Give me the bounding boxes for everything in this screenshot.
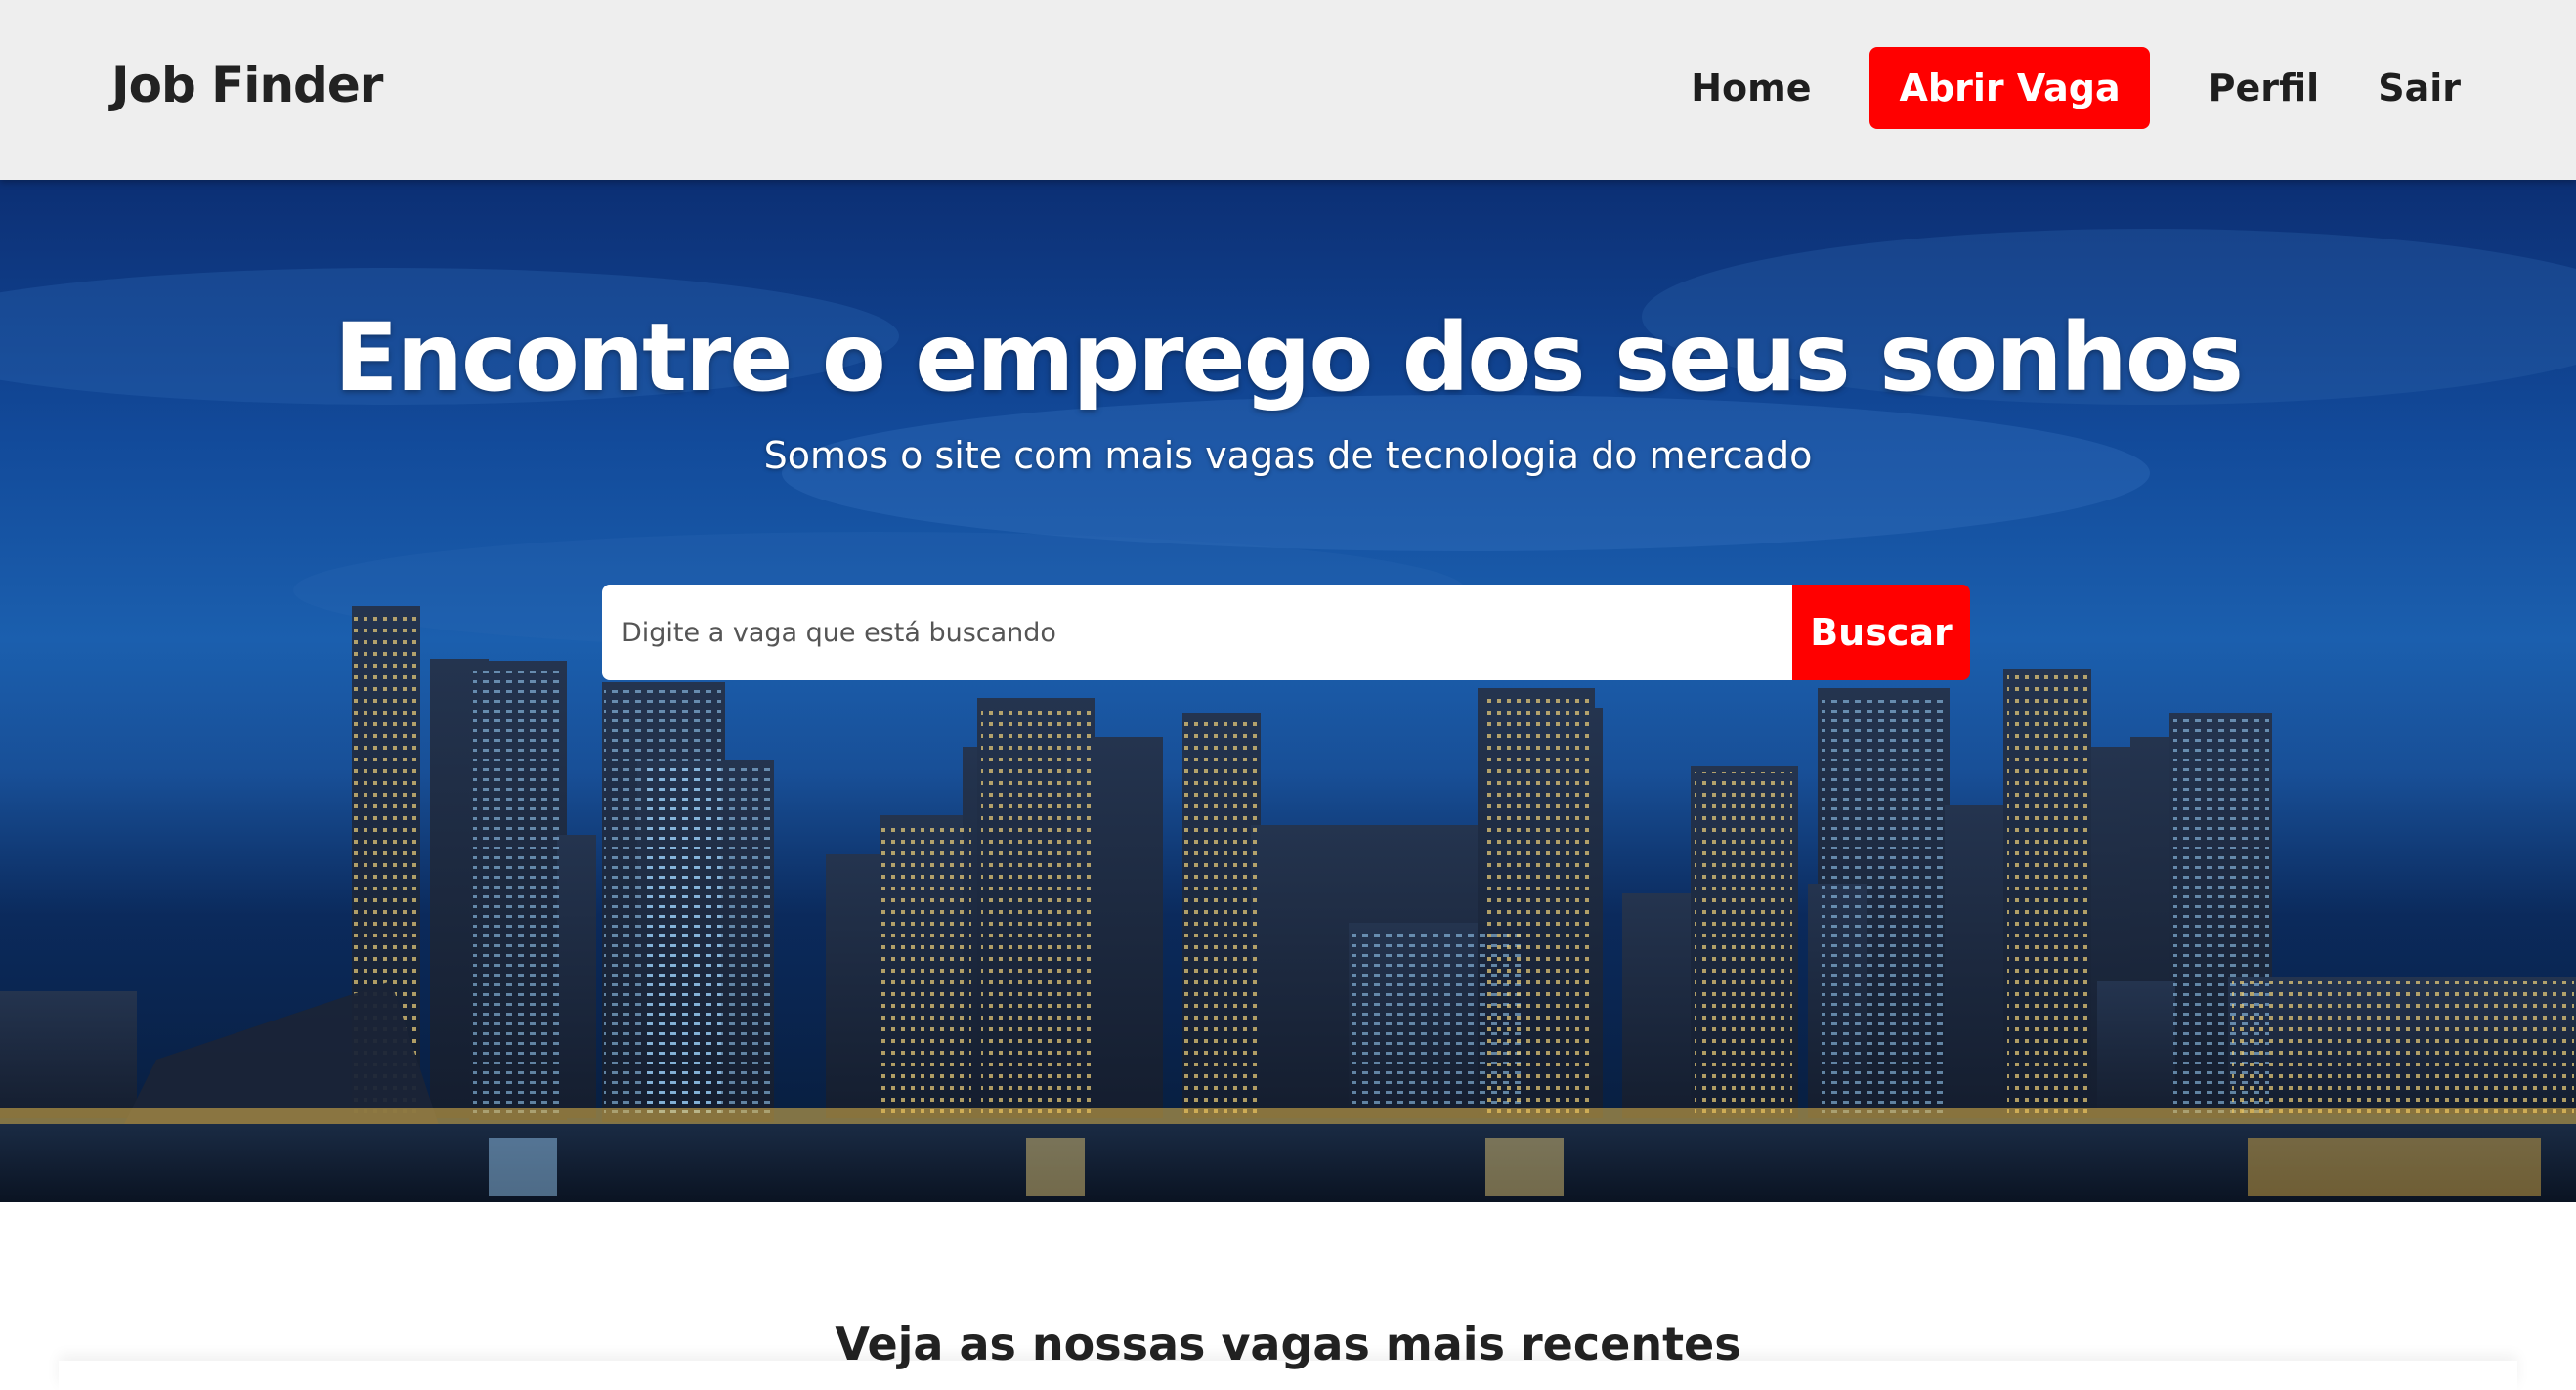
hero-banner: Encontre o emprego dos seus sonhos Somos… xyxy=(0,180,2576,1202)
search-button[interactable]: Buscar xyxy=(1792,585,1970,680)
nav-link-perfil[interactable]: Perfil xyxy=(2209,66,2320,109)
jobs-list-top-edge xyxy=(59,1361,2517,1390)
top-navbar: Job Finder Home Abrir Vaga Perfil Sair xyxy=(0,0,2576,180)
nav-link-home[interactable]: Home xyxy=(1691,66,1811,109)
main-nav: Home Abrir Vaga Perfil Sair xyxy=(1632,47,2461,129)
job-search-input[interactable] xyxy=(602,585,1792,680)
hero-subtitle: Somos o site com mais vagas de tecnologi… xyxy=(763,434,1813,477)
hero-title: Encontre o emprego dos seus sonhos xyxy=(334,303,2244,413)
job-search-form: Buscar xyxy=(602,585,1970,680)
nav-link-abrir-vaga-button[interactable]: Abrir Vaga xyxy=(1869,47,2150,129)
nav-link-sair[interactable]: Sair xyxy=(2378,66,2461,109)
brand-logo-link[interactable]: Job Finder xyxy=(111,57,383,113)
